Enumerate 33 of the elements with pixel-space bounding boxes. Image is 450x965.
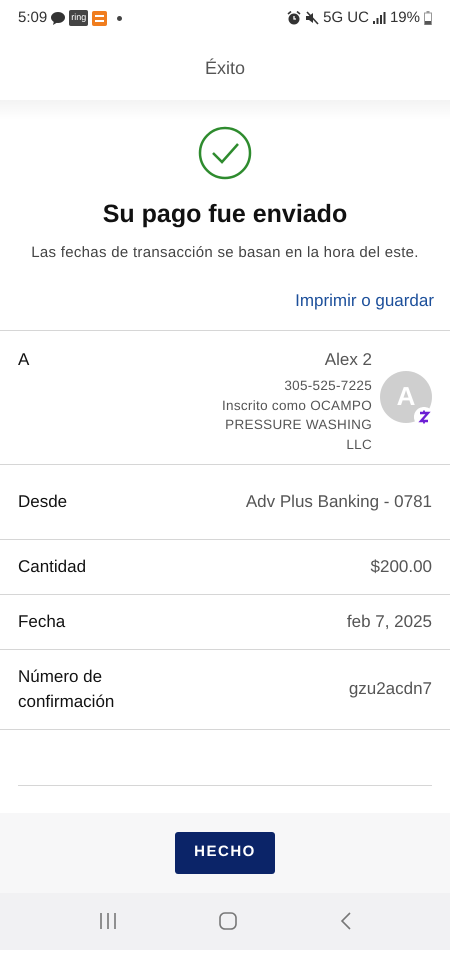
detail-label: Desde: [18, 490, 68, 513]
app-icon: [92, 10, 108, 26]
success-check-icon: [198, 126, 252, 180]
detail-label: Número de confirmación: [18, 666, 116, 713]
detail-label: A: [18, 348, 30, 370]
home-icon[interactable]: [219, 912, 238, 930]
battery-percent: 19%: [390, 8, 420, 28]
recipient-name: Alex 2: [324, 348, 372, 370]
detail-label: Cantidad: [18, 556, 86, 578]
timezone-note: Las fechas de transacción se basan en la hora del este.: [31, 242, 419, 262]
done-button[interactable]: HECHO: [175, 832, 275, 874]
network-label: 5G UC: [323, 8, 369, 28]
zelle-badge-icon: [414, 406, 434, 426]
detail-value: Adv Plus Banking - 0781: [246, 490, 432, 513]
success-heading: Su pago fue enviado: [102, 199, 348, 230]
screen-title: Éxito: [204, 56, 246, 80]
detail-value: gzu2acdn7: [348, 678, 432, 700]
recipient-phone: 305-525-7225: [283, 377, 372, 395]
alarm-icon: [287, 11, 302, 25]
enrollment-text: Inscrito como OCAMPO PRESSURE WASHING LLC: [220, 396, 372, 454]
chat-icon: [51, 12, 66, 24]
mute-icon: [305, 11, 320, 25]
status-time: 5:09: [18, 8, 48, 28]
recent-apps-icon[interactable]: [99, 913, 118, 929]
detail-label: Fecha: [18, 610, 66, 633]
battery-icon: [424, 11, 432, 25]
app-badge: ring: [69, 10, 88, 26]
detail-value: feb 7, 2025: [346, 610, 432, 633]
signal-icon: [372, 12, 386, 24]
dot-icon: [117, 16, 122, 20]
detail-value: $200.00: [370, 556, 432, 578]
back-icon[interactable]: [340, 912, 351, 930]
print-save-link[interactable]: Imprimir o guardar: [295, 290, 434, 310]
